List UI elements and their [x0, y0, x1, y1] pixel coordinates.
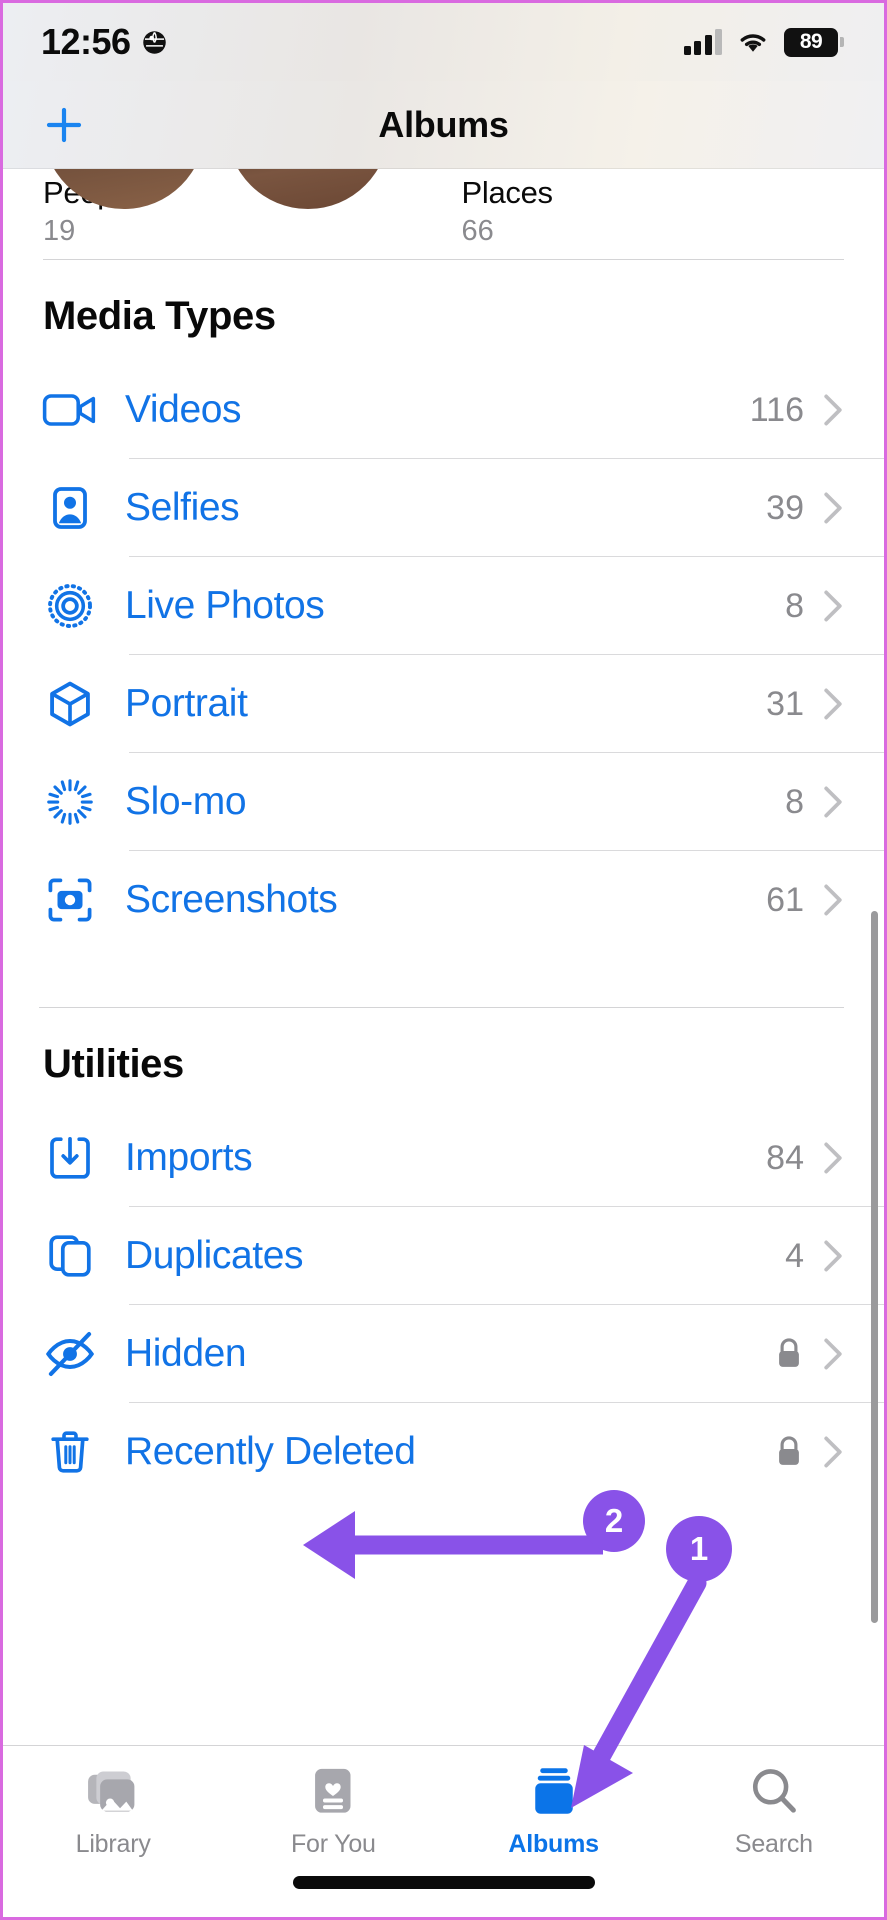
tab-label: Search — [734, 1830, 813, 1858]
row-count: 116 — [749, 390, 804, 429]
annotation-badge-1: 1 — [666, 1516, 732, 1582]
selfie-person-icon — [39, 484, 101, 532]
row-count: 8 — [785, 782, 804, 821]
status-bar-right: 89 — [683, 27, 844, 57]
row-hidden[interactable]: Hidden — [3, 1305, 884, 1403]
chevron-right-icon — [822, 785, 844, 819]
globe-icon — [141, 29, 168, 56]
photo-stack-icon — [86, 1762, 140, 1820]
lock-icon — [774, 1336, 804, 1372]
people-count: 19 — [43, 215, 76, 247]
eye-slash-icon — [39, 1328, 101, 1380]
albums-list: People 19 Places 66 Media Types — [3, 169, 884, 1745]
live-photo-icon — [39, 581, 101, 631]
row-count: 4 — [785, 1236, 804, 1275]
chevron-right-icon — [822, 393, 844, 427]
row-screenshots[interactable]: Screenshots 61 — [3, 851, 884, 949]
row-label: Duplicates — [125, 1234, 304, 1277]
status-bar: 12:56 89 — [3, 3, 884, 81]
row-count: 84 — [766, 1138, 804, 1177]
add-album-button[interactable] — [39, 100, 89, 150]
chevron-right-icon — [822, 883, 844, 917]
screenshot-camera-icon — [39, 875, 101, 925]
chevron-right-icon — [822, 1239, 844, 1273]
row-recently-deleted[interactable]: Recently Deleted — [3, 1403, 884, 1501]
tab-search[interactable]: Search — [664, 1762, 884, 1859]
navigation-bar: Albums — [3, 81, 884, 169]
cube-icon — [39, 679, 101, 729]
people-cell[interactable]: People 19 — [43, 169, 426, 247]
row-label: Recently Deleted — [125, 1430, 416, 1473]
row-label: Videos — [125, 388, 242, 431]
cellular-signal-icon — [683, 29, 722, 55]
page-title: Albums — [378, 103, 509, 145]
row-slo-mo[interactable]: Slo-mo 8 — [3, 753, 884, 851]
annotation-badge-2: 2 — [583, 1490, 645, 1552]
video-camera-icon — [39, 389, 101, 431]
media-types-list: Videos 116 Selfies 39 Live Photos 8 Port… — [3, 361, 884, 949]
row-label: Imports — [125, 1136, 253, 1179]
tab-for-you[interactable]: For You — [223, 1762, 443, 1859]
row-label: Slo-mo — [125, 780, 247, 823]
tab-label: Library — [75, 1830, 151, 1858]
chevron-right-icon — [822, 1435, 844, 1469]
row-count: 39 — [766, 488, 804, 527]
row-count: 31 — [766, 684, 804, 723]
badge-number: 2 — [604, 1502, 624, 1539]
tab-albums[interactable]: Albums — [444, 1762, 664, 1859]
home-indicator — [292, 1876, 595, 1889]
albums-stack-icon — [529, 1762, 579, 1820]
for-you-card-icon — [310, 1762, 356, 1820]
vertical-scrollbar[interactable] — [871, 911, 878, 1623]
lock-icon — [774, 1434, 804, 1470]
people-avatars-thumbnail — [43, 169, 389, 209]
chevron-right-icon — [822, 1337, 844, 1371]
row-imports[interactable]: Imports 84 — [3, 1109, 884, 1207]
row-portrait[interactable]: Portrait 31 — [3, 655, 884, 753]
tab-library[interactable]: Library — [3, 1762, 223, 1859]
places-count: 66 — [461, 215, 494, 247]
chevron-right-icon — [822, 491, 844, 525]
row-label: Portrait — [125, 682, 248, 725]
section-title-utilities: Utilities — [43, 1042, 184, 1086]
trash-icon — [39, 1428, 101, 1476]
row-selfies[interactable]: Selfies 39 — [3, 459, 884, 557]
section-title-media-types: Media Types — [43, 294, 276, 338]
tab-label: For You — [290, 1830, 376, 1858]
tab-label: Albums — [508, 1830, 599, 1858]
slomo-burst-icon — [39, 777, 101, 827]
phone-screen: 12:56 89 Albums 19 Places 66 Media Types… — [0, 0, 887, 1920]
tab-bar: Library For You Albums Search — [3, 1745, 884, 1917]
import-download-icon — [39, 1134, 101, 1182]
status-time: 12:56 — [41, 21, 131, 62]
battery-indicator: 89 — [784, 27, 844, 57]
row-label: Hidden — [125, 1332, 247, 1375]
chevron-right-icon — [822, 589, 844, 623]
row-live-photos[interactable]: Live Photos 8 — [3, 557, 884, 655]
places-cell[interactable]: Places 66 — [461, 169, 845, 247]
magnifier-icon — [749, 1762, 799, 1820]
battery-level: 89 — [799, 30, 823, 53]
chevron-right-icon — [822, 1141, 844, 1175]
row-label: Live Photos — [125, 584, 325, 627]
people-places-row: People 19 Places 66 — [3, 169, 884, 247]
chevron-right-icon — [822, 687, 844, 721]
row-label: Selfies — [125, 486, 240, 529]
badge-number: 1 — [689, 1530, 709, 1567]
row-videos[interactable]: Videos 116 — [3, 361, 884, 459]
wifi-icon — [736, 29, 770, 55]
row-duplicates[interactable]: Duplicates 4 — [3, 1207, 884, 1305]
row-count: 8 — [785, 586, 804, 625]
row-count: 61 — [766, 880, 804, 919]
row-label: Screenshots — [125, 878, 338, 921]
duplicate-squares-icon — [39, 1232, 101, 1280]
utilities-list: Imports 84 Duplicates 4 Hidden Recently … — [3, 1109, 884, 1501]
status-bar-left: 12:56 — [41, 21, 168, 63]
places-label: Places — [461, 175, 554, 210]
